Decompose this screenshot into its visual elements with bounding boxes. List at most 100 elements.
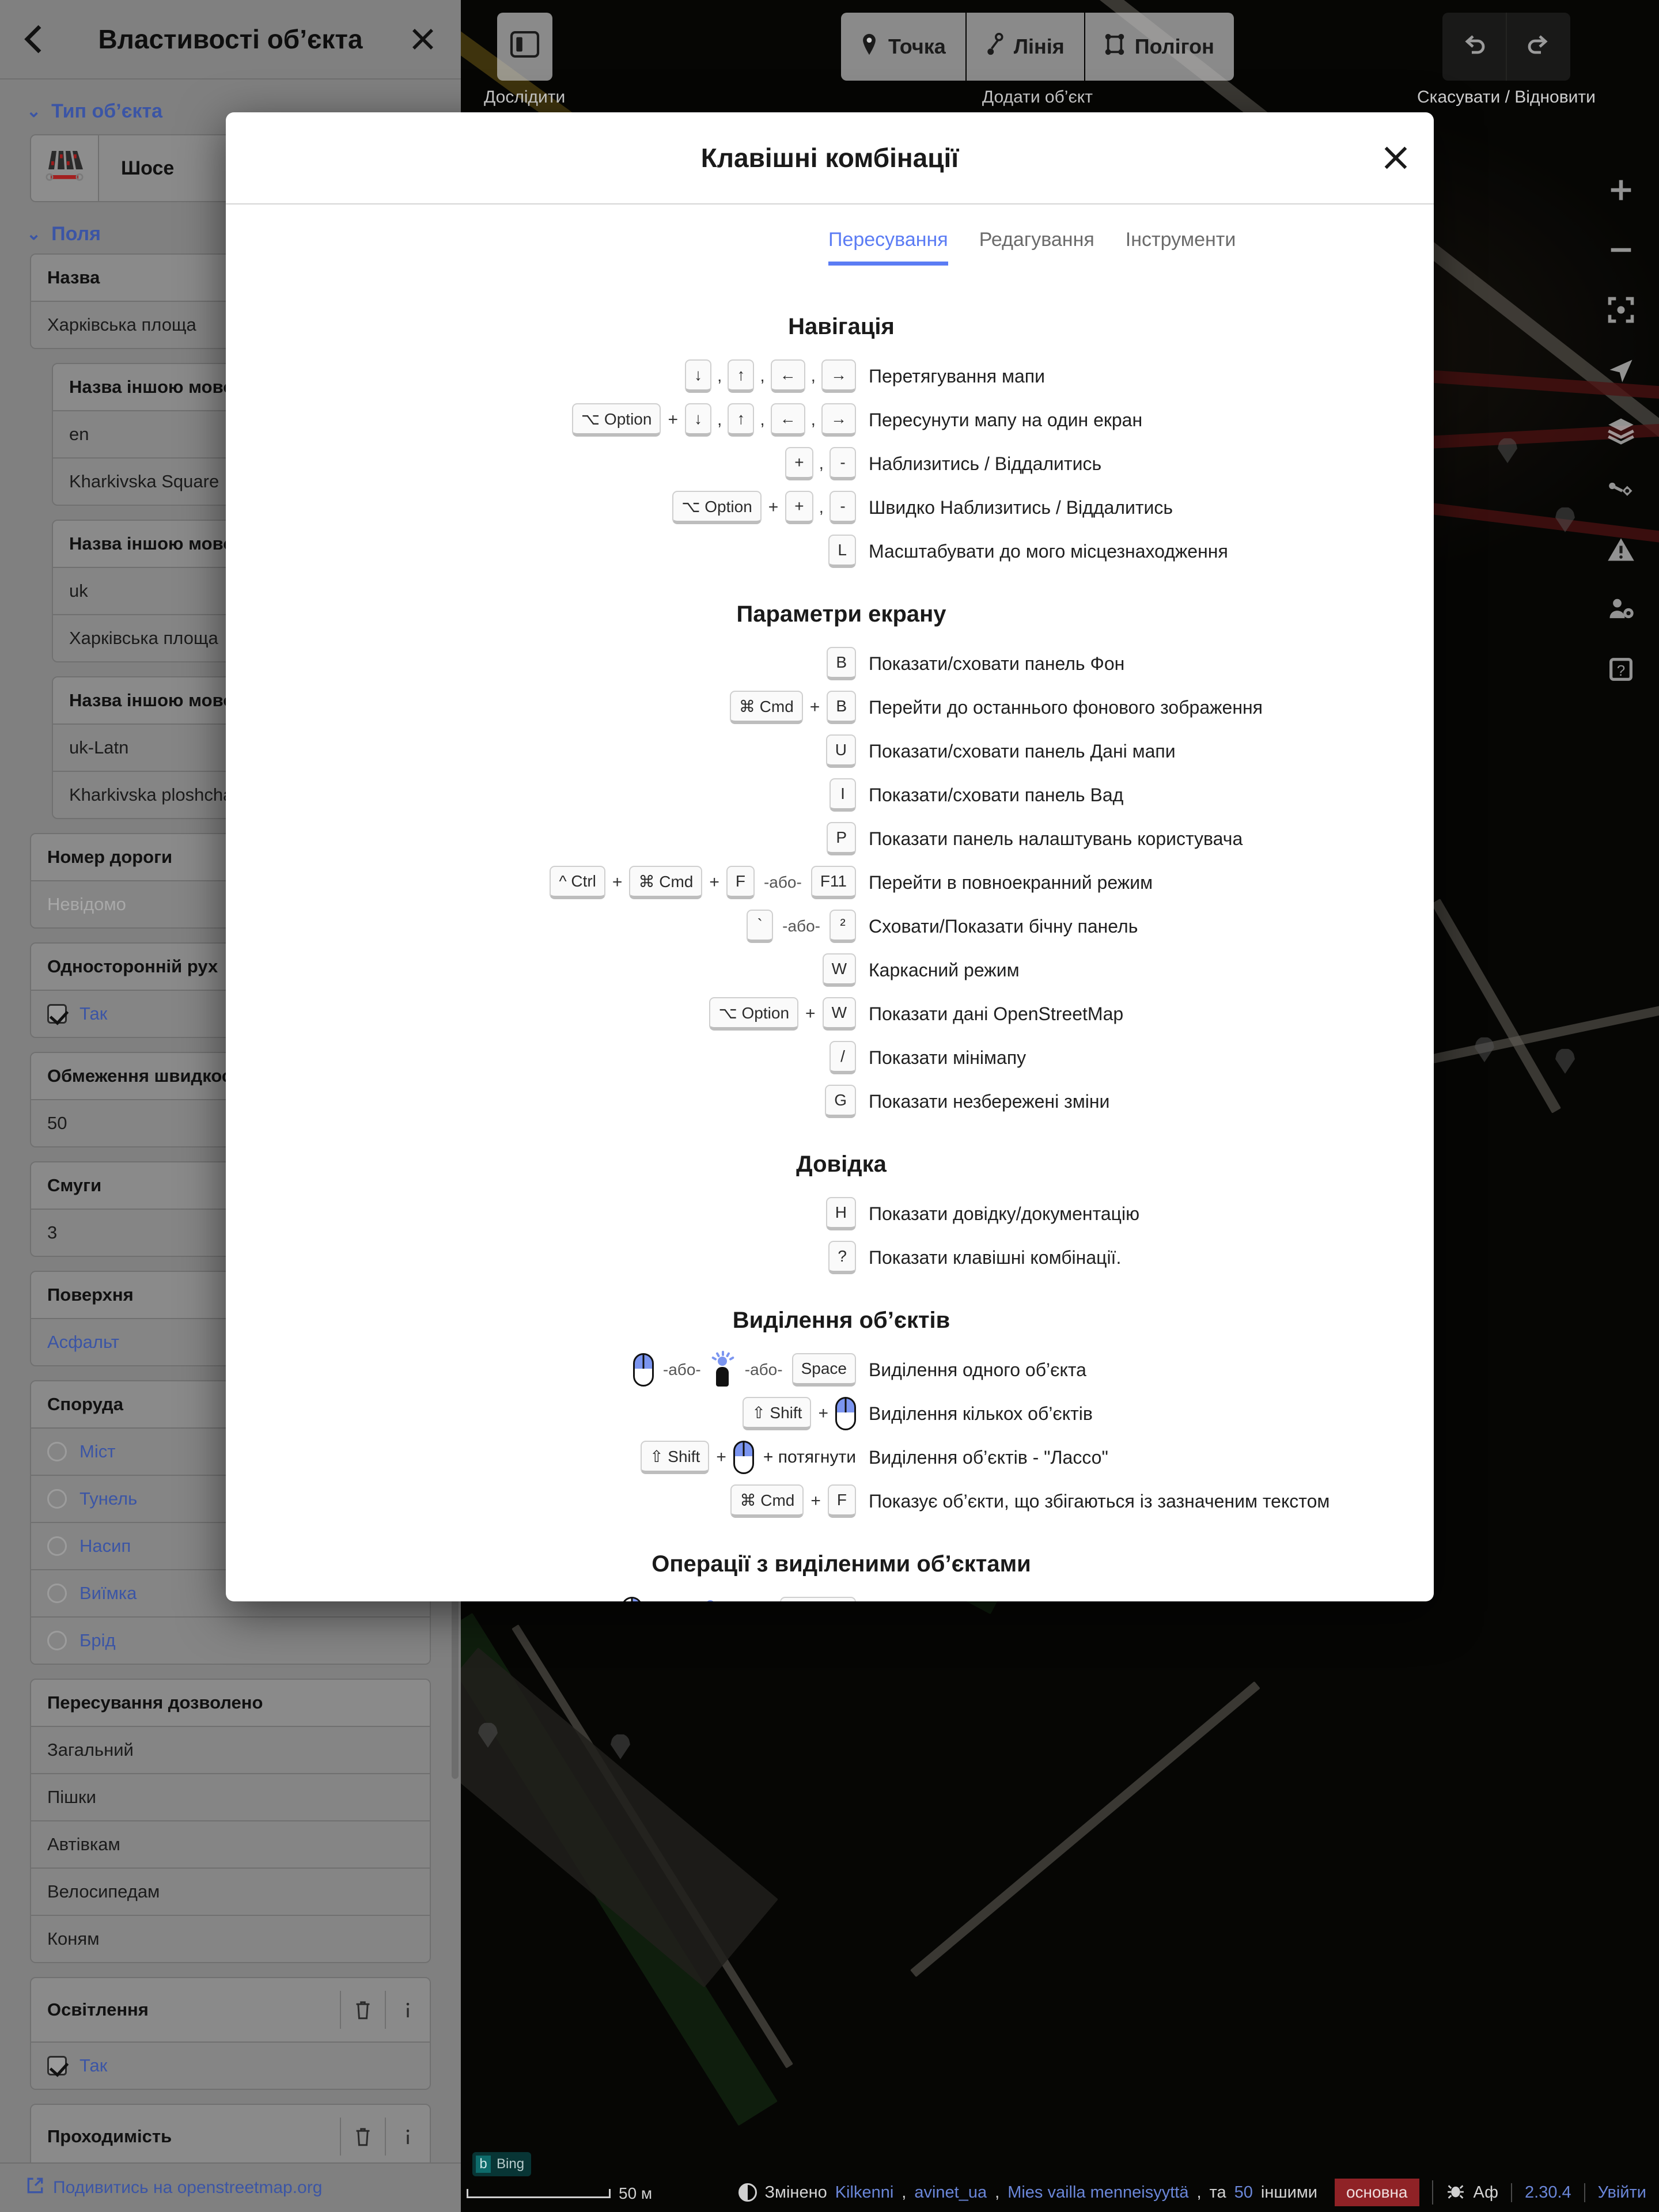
locate-icon[interactable] — [1604, 353, 1638, 387]
imagery-attribution[interactable]: b Bing — [472, 2152, 532, 2176]
key-drag-label: + потягнути — [763, 1448, 856, 1467]
zoom-in-icon[interactable] — [1604, 173, 1638, 207]
key-plus: + — [818, 1404, 828, 1423]
key-or: -або- — [662, 1361, 701, 1378]
shortcut-keys: ⌥ Option + W — [226, 997, 869, 1031]
keyboard-shortcuts-modal: Клавішні комбінації Пересування Редагува… — [226, 112, 1434, 1601]
add-line-button[interactable]: Лінія — [966, 13, 1084, 81]
status-suffix: іншими — [1260, 2183, 1317, 2202]
key-cap: ^ Ctrl — [550, 866, 605, 899]
checkbox-icon[interactable] — [47, 2056, 67, 2075]
signin-link[interactable]: Увійти — [1598, 2183, 1646, 2202]
info-icon[interactable] — [385, 1991, 430, 2029]
close-modal-button[interactable] — [1377, 139, 1414, 176]
key-cap: F — [827, 1484, 856, 1518]
radio-icon[interactable] — [47, 1489, 67, 1509]
shortcut-description: Виділення кількох об’єктів — [869, 1403, 1093, 1424]
contributor-link[interactable]: Kilkenni — [835, 2183, 894, 2202]
highway-icon — [31, 135, 99, 201]
shortcut-description: Показати/сховати панель Дані мапи — [869, 740, 1176, 762]
help-icon[interactable]: ? — [1604, 652, 1638, 687]
radio-option[interactable]: Брід — [31, 1618, 430, 1664]
modal-body[interactable]: Навігація ↓, ↑, ←, → Перетягування мапи ⌥ Opti… — [226, 281, 1434, 1601]
warning-icon[interactable] — [1604, 532, 1638, 567]
shortcut-description: Показує об’єкти, що збігаються із зазнач… — [869, 1490, 1330, 1512]
tab-tools[interactable]: Інструменти — [1126, 229, 1236, 262]
tab-editing[interactable]: Редагування — [979, 229, 1094, 262]
view-on-osm-link[interactable]: Подивитись на openstreetmap.org — [0, 2162, 461, 2212]
redo-button[interactable] — [1506, 13, 1570, 81]
key-cap: ⇧ Shift — [743, 1397, 812, 1430]
access-row[interactable]: Велосипедам — [31, 1869, 430, 1916]
contributor-link[interactable]: avinet_ua — [914, 2183, 987, 2202]
back-button[interactable] — [8, 13, 60, 65]
map-data-icon[interactable] — [1604, 472, 1638, 507]
add-point-button[interactable]: Точка — [841, 13, 965, 81]
radio-icon[interactable] — [47, 1631, 67, 1650]
shortcut-keys: +, - — [226, 447, 869, 480]
close-sidebar-button[interactable] — [406, 22, 440, 56]
status-join: та — [1209, 2183, 1226, 2202]
clock-icon — [738, 2183, 757, 2202]
add-polygon-button[interactable]: Полігон — [1085, 13, 1234, 81]
shortcut-description: Сховати/Показати бічну панель — [869, 915, 1138, 937]
key-separator: , — [760, 410, 765, 429]
shortcut-keys: ↓, ↑, ←, → — [226, 359, 869, 393]
shortcut-description: Показати дані OpenStreetMap — [869, 1003, 1124, 1024]
key-cap: W — [822, 953, 856, 987]
access-row[interactable]: Коням — [31, 1916, 430, 1962]
bug-report-button[interactable]: Аф — [1431, 2180, 1512, 2205]
field-lit: Освітлення Так — [30, 1977, 431, 2090]
contributor-link[interactable]: Mies vailla menneisyyttä — [1007, 2183, 1188, 2202]
radio-icon[interactable] — [47, 1536, 67, 1556]
undo-button[interactable] — [1442, 13, 1506, 81]
shortcut-row: -або- -або- Space Виділення одного об’єкта — [226, 1351, 1434, 1387]
zoom-out-icon[interactable] — [1604, 233, 1638, 267]
field-checkbox-row[interactable]: Так — [31, 2043, 430, 2089]
modal-header: Клавішні комбінації — [226, 112, 1434, 204]
radio-icon[interactable] — [47, 1584, 67, 1603]
field-label-row: Проходимість — [31, 2105, 430, 2162]
access-row[interactable]: Пішки — [31, 1774, 430, 1821]
shortcut-description: Перетягування мапи — [869, 365, 1045, 387]
key-separator: , — [810, 366, 816, 385]
add-polygon-label: Полігон — [1134, 35, 1214, 58]
shortcut-row: ⇧ Shift + Виділення кількох об’єктів — [226, 1397, 1434, 1430]
key-cap: B — [827, 647, 856, 680]
layers-icon[interactable] — [1604, 412, 1638, 447]
shortcut-section-title: Операції з виділеними об’єктами — [652, 1551, 1031, 1577]
shortcut-row: H Показати довідку/документацію — [226, 1197, 1434, 1230]
access-row[interactable]: Автівкам — [31, 1821, 430, 1869]
trash-icon[interactable] — [340, 2118, 385, 2156]
field-access: Пересування дозволено Загальний Пішки Ав… — [30, 1679, 431, 1963]
info-icon[interactable] — [385, 2118, 430, 2156]
shortcut-keys: ⌥ Option + +, - — [226, 491, 869, 524]
status-others-count[interactable]: 50 — [1234, 2183, 1253, 2202]
key-cap: + — [785, 447, 813, 480]
version-label[interactable]: 2.30.4 — [1525, 2183, 1571, 2202]
access-row[interactable]: Загальний — [31, 1727, 430, 1774]
crosshair-icon[interactable] — [1604, 293, 1638, 327]
radio-icon[interactable] — [47, 1442, 67, 1461]
sidebar-toggle-caption: Дослідити — [484, 88, 566, 107]
key-cap: F — [726, 866, 755, 899]
view-on-osm-label: Подивитись на openstreetmap.org — [53, 2178, 323, 2197]
checkbox-icon[interactable] — [47, 1004, 67, 1024]
language-label: Аф — [1473, 2183, 1499, 2202]
modal-title: Клавішні комбінації — [700, 143, 959, 173]
user-settings-icon[interactable] — [1604, 592, 1638, 627]
sidebar-toggle-button[interactable] — [497, 13, 552, 81]
shortcut-row: P Показати панель налаштувань користувача — [226, 822, 1434, 855]
key-or: -або- — [782, 917, 820, 935]
radio-label: Насип — [79, 1536, 131, 1556]
shortcut-keys: W — [226, 953, 869, 987]
shortcut-keys: ⌘ Cmd + F — [226, 1484, 869, 1518]
key-cap: ← — [770, 359, 805, 393]
modal-tabs: Пересування Редагування Інструменти — [226, 204, 1434, 281]
shortcut-row: / Показати мінімапу — [226, 1041, 1434, 1074]
trash-icon[interactable] — [340, 1991, 385, 2029]
map-controls: ? — [1604, 173, 1638, 687]
key-cap: → — [821, 359, 856, 393]
bing-logo-icon: b — [476, 2156, 491, 2173]
tab-browsing[interactable]: Пересування — [828, 229, 948, 266]
